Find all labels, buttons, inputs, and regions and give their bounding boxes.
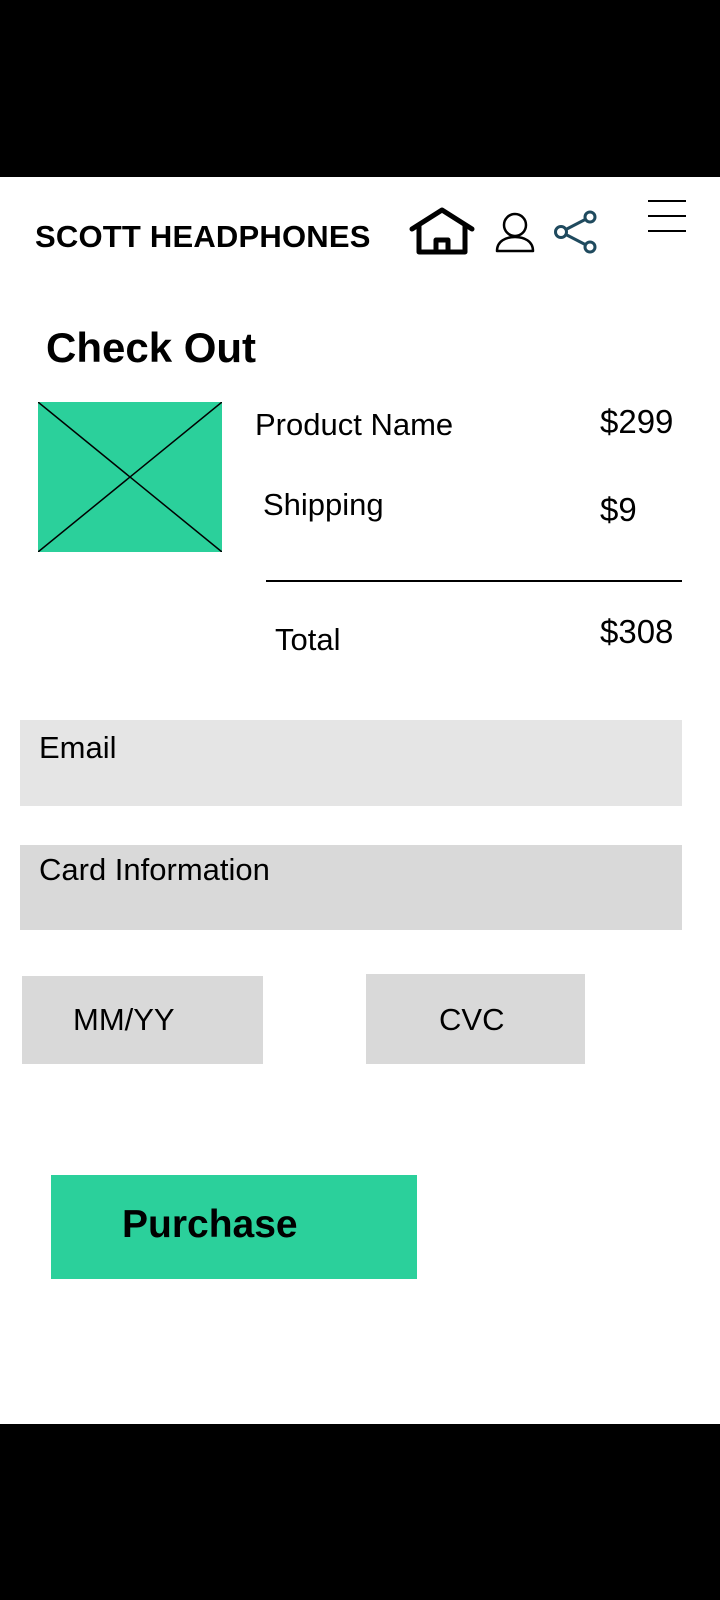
brand-title: SCOTT HEADPHONES: [35, 219, 371, 254]
menu-icon[interactable]: [646, 199, 688, 233]
shipping-price: $9: [600, 491, 637, 528]
top-bezel: [0, 0, 720, 177]
email-placeholder: Email: [39, 730, 117, 765]
email-field[interactable]: Email: [20, 720, 682, 806]
checkout-screen: SCOTT HEADPHONES Check Out Product Name …: [0, 177, 720, 1424]
expiry-date-field[interactable]: MM/YY: [22, 976, 263, 1064]
purchase-button[interactable]: Purchase: [51, 1175, 417, 1279]
purchase-button-label: Purchase: [122, 1203, 298, 1246]
page-title: Check Out: [46, 324, 257, 371]
share-icon[interactable]: [552, 210, 600, 254]
summary-divider: [266, 580, 682, 582]
product-name-label: Product Name: [255, 407, 454, 442]
card-information-field[interactable]: Card Information: [20, 845, 682, 930]
cvc-placeholder: CVC: [439, 1002, 505, 1037]
total-label: Total: [275, 622, 341, 657]
product-price: $299: [600, 403, 674, 440]
bottom-bezel: [0, 1424, 720, 1600]
home-icon[interactable]: [408, 207, 476, 255]
total-price: $308: [600, 613, 674, 650]
expiry-placeholder: MM/YY: [73, 1002, 175, 1037]
user-icon[interactable]: [494, 211, 536, 253]
card-information-placeholder: Card Information: [39, 852, 270, 887]
shipping-label: Shipping: [263, 487, 384, 522]
cvc-field[interactable]: CVC: [366, 974, 585, 1064]
product-image-placeholder: [38, 402, 222, 552]
